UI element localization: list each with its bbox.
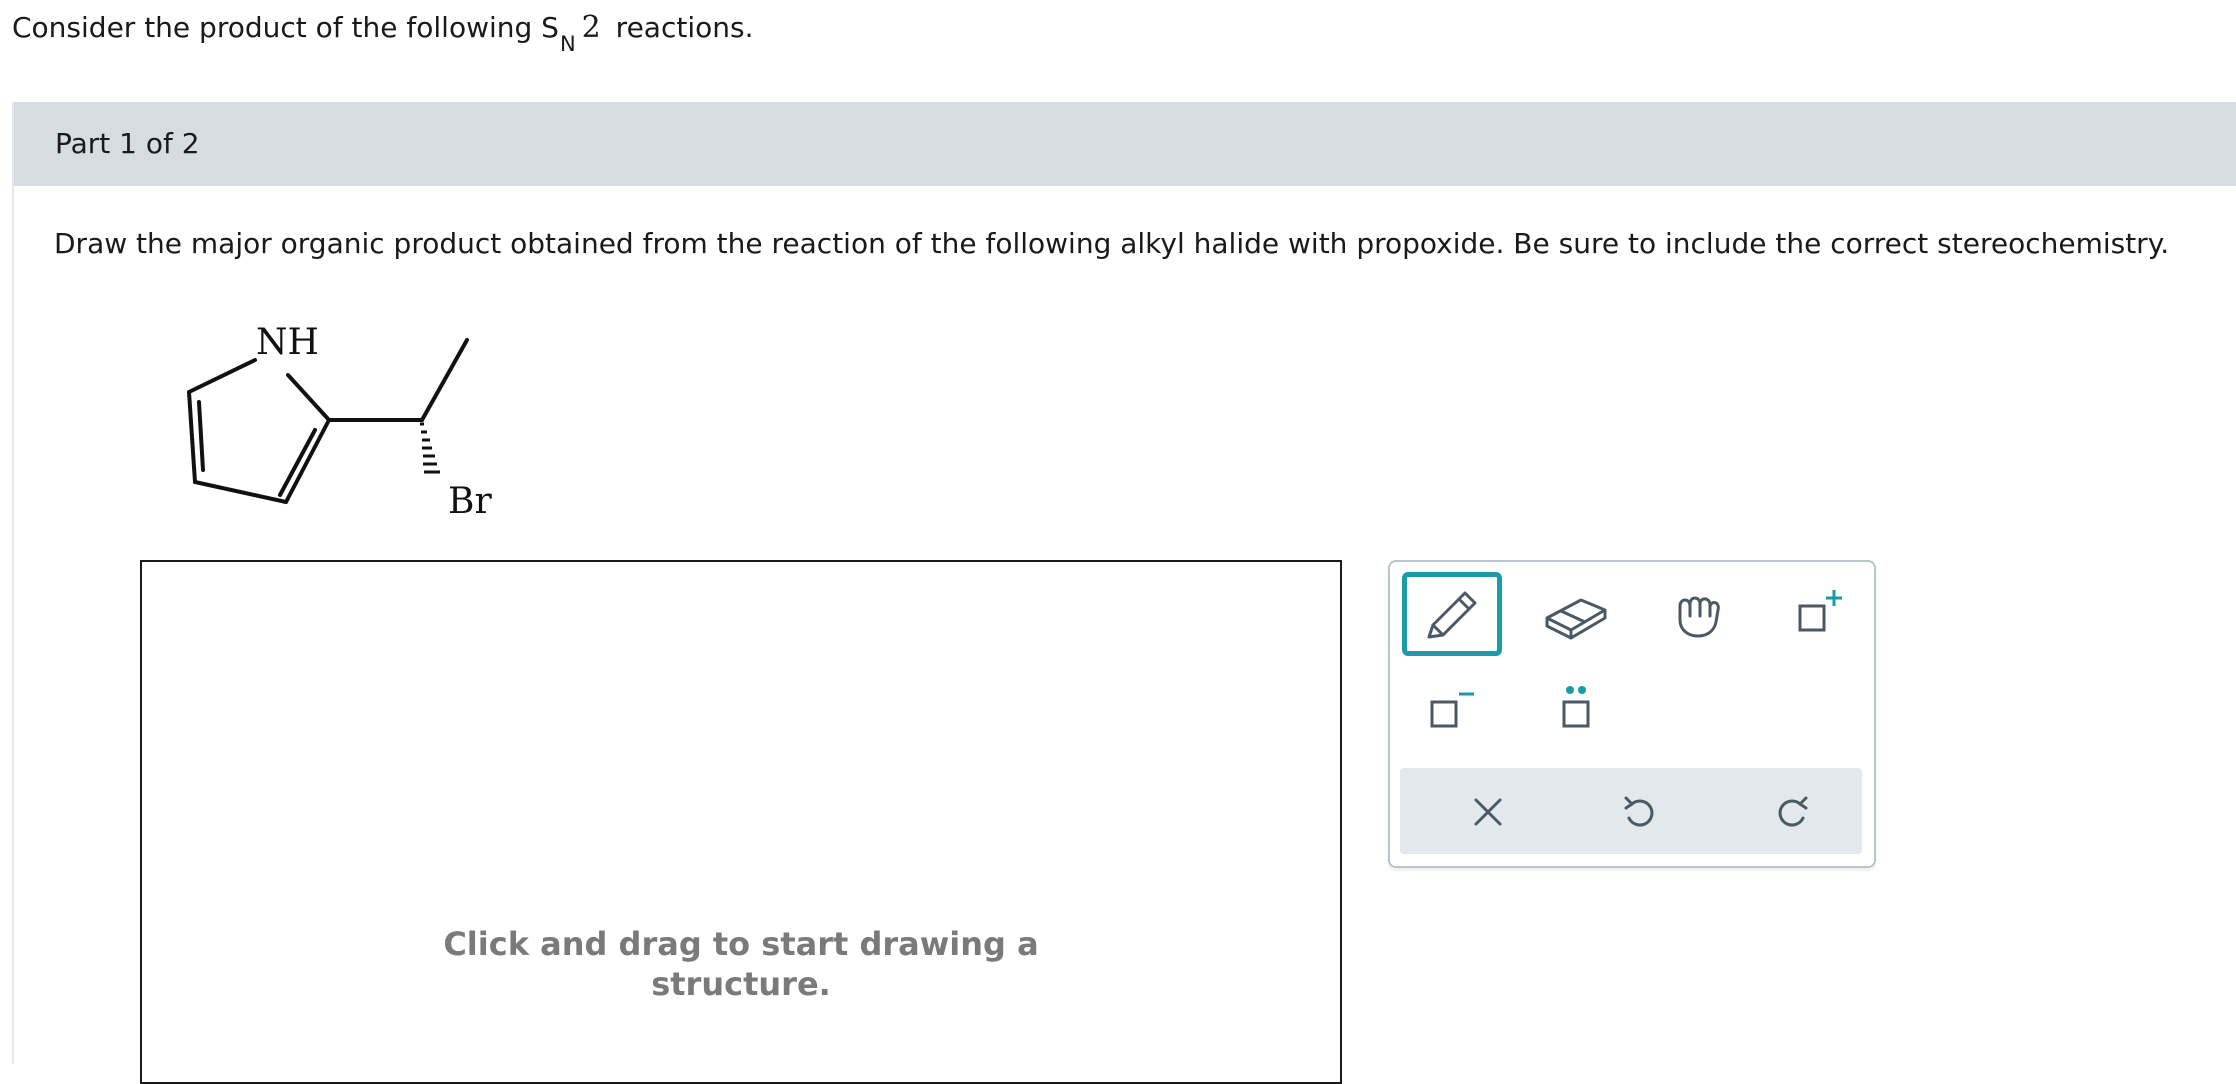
sn-subscript: N (559, 32, 576, 56)
hashed-wedge-bond (420, 422, 440, 474)
bond-c4-c5 (187, 390, 197, 484)
nh-label: NH (256, 322, 319, 363)
canvas-hint-line2: structure. (651, 965, 831, 1003)
sn-letter: S (541, 11, 559, 44)
hand-tool-button[interactable] (1648, 572, 1748, 656)
part-header: Part 1 of 2 (14, 102, 2236, 186)
positive-charge-tool-button[interactable] (1770, 572, 1870, 656)
sn-order: 2 (581, 10, 601, 45)
bond-c5-n (187, 358, 257, 394)
positive-charge-icon (1798, 590, 1842, 632)
bond-n-c2 (286, 373, 331, 422)
alkyl-halide-structure: NH Br (187, 322, 492, 522)
question-text: Draw the major organic product obtained … (54, 227, 2170, 260)
part-title: Part 1 of 2 (55, 127, 200, 160)
clear-button[interactable] (1438, 770, 1538, 854)
negative-charge-icon (1430, 692, 1474, 728)
redo-button[interactable] (1742, 770, 1842, 854)
canvas-hint: Click and drag to start drawing a struct… (142, 924, 1340, 1004)
eraser-icon (1545, 598, 1607, 640)
bond-cbr-methyl (420, 338, 469, 422)
drawing-canvas[interactable]: Click and drag to start drawing a struct… (140, 560, 1342, 1084)
bond-c4-c5-inner (197, 400, 205, 472)
lone-pair-tool-button[interactable] (1526, 668, 1626, 752)
intro-prefix: Consider the product of the following (12, 11, 542, 44)
hand-icon (1678, 596, 1720, 638)
intro-suffix: reactions. (606, 11, 754, 44)
bond-c2-c3-inner (278, 428, 317, 497)
pencil-icon (1427, 591, 1477, 639)
bond-c3-c4 (193, 480, 288, 504)
redo-icon (1778, 796, 1808, 827)
drawing-toolbar (1388, 560, 1876, 868)
undo-button[interactable] (1590, 770, 1690, 854)
eraser-tool-button[interactable] (1526, 572, 1626, 656)
br-label: Br (448, 481, 492, 522)
negative-charge-tool-button[interactable] (1402, 668, 1502, 752)
bond-c2-c3 (284, 418, 331, 504)
canvas-hint-line1: Click and drag to start drawing a (443, 925, 1039, 963)
lone-pair-icon (1562, 686, 1590, 728)
action-bar (1400, 768, 1862, 854)
undo-icon (1624, 796, 1654, 827)
intro-text: Consider the product of the following SN… (12, 8, 754, 56)
clear-icon (1474, 798, 1502, 826)
pencil-tool-button[interactable] (1402, 572, 1502, 656)
